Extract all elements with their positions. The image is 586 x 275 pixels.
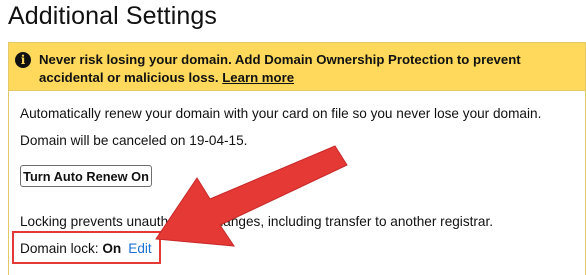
info-icon: i — [15, 52, 31, 68]
page-title: Additional Settings — [8, 2, 217, 30]
annotation-highlight-box — [12, 231, 161, 264]
turn-auto-renew-on-button[interactable]: Turn Auto Renew On — [20, 165, 152, 187]
lock-description: Locking prevents unauthorized changes, i… — [20, 214, 494, 229]
learn-more-link[interactable]: Learn more — [222, 70, 294, 85]
cancel-notice: Domain will be canceled on 19-04-15. — [20, 133, 248, 148]
alert-message: Never risk losing your domain. Add Domai… — [39, 51, 579, 87]
ownership-protection-alert: i Never risk losing your domain. Add Dom… — [9, 43, 585, 91]
auto-renew-description: Automatically renew your domain with you… — [20, 106, 542, 121]
